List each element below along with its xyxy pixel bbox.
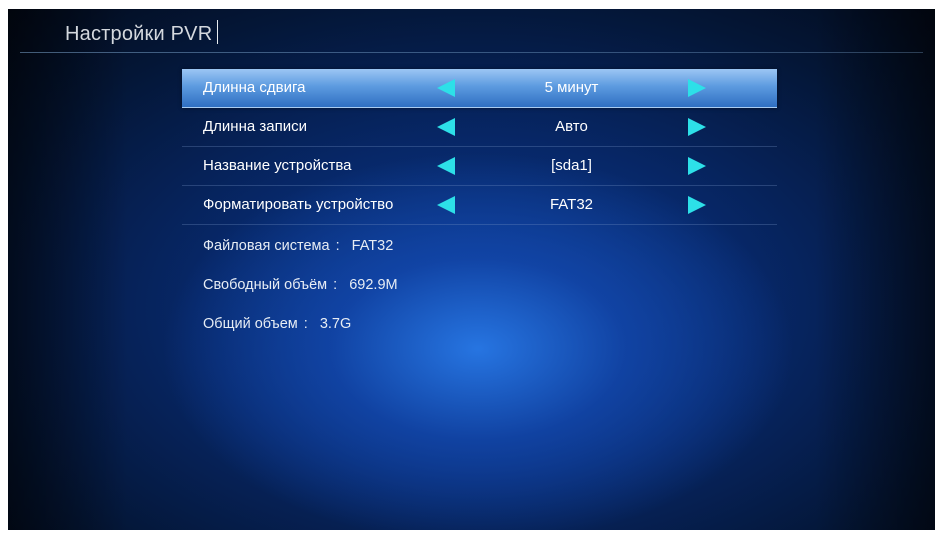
- arrow-left-icon[interactable]: [437, 118, 455, 136]
- text-cursor: [217, 20, 219, 44]
- info-separator: :: [303, 316, 308, 332]
- info-separator: :: [333, 277, 338, 293]
- arrow-right-icon[interactable]: [688, 79, 706, 97]
- background-vignette-right: [815, 9, 935, 530]
- info-separator: :: [335, 238, 340, 254]
- setting-row-device-name[interactable]: Название устройства [sda1]: [182, 147, 777, 186]
- setting-value: Авто: [555, 118, 588, 135]
- page-title-text: Настройки PVR: [65, 23, 213, 45]
- arrow-right-icon[interactable]: [688, 196, 706, 214]
- arrow-left-icon[interactable]: [437, 79, 455, 97]
- background-vignette-left: [8, 9, 128, 530]
- info-value: FAT32: [351, 238, 394, 254]
- info-total-space: Общий объем : 3.7G: [203, 316, 351, 332]
- setting-value: 5 минут: [544, 79, 599, 96]
- setting-row-timeshift-length[interactable]: Длинна сдвига 5 минут: [182, 69, 777, 108]
- settings-menu: Длинна сдвига 5 минут Длинна записи Авто…: [182, 69, 777, 225]
- info-value: 692.9M: [349, 277, 398, 293]
- page-title: Настройки PVR: [65, 20, 219, 46]
- info-label: Свободный объём: [203, 277, 328, 293]
- arrow-right-icon[interactable]: [688, 118, 706, 136]
- setting-row-format-device[interactable]: Форматировать устройство FAT32: [182, 186, 777, 225]
- title-divider: [20, 52, 923, 53]
- arrow-right-icon[interactable]: [688, 157, 706, 175]
- setting-label: Форматировать устройство: [203, 196, 394, 213]
- setting-row-record-length[interactable]: Длинна записи Авто: [182, 108, 777, 147]
- setting-value: FAT32: [549, 196, 594, 213]
- arrow-left-icon[interactable]: [437, 196, 455, 214]
- setting-label: Длинна сдвига: [203, 79, 306, 96]
- info-value: 3.7G: [319, 316, 352, 332]
- setting-value: [sda1]: [551, 157, 592, 174]
- pvr-settings-screen: Настройки PVR Длинна сдвига 5 минут Длин…: [8, 9, 935, 530]
- info-free-space: Свободный объём : 692.9M: [203, 277, 398, 293]
- info-label: Общий объем: [203, 316, 298, 332]
- info-label: Файловая система: [203, 238, 330, 254]
- setting-label: Название устройства: [203, 157, 352, 174]
- setting-label: Длинна записи: [203, 118, 307, 135]
- info-filesystem: Файловая система : FAT32: [203, 238, 393, 254]
- arrow-left-icon[interactable]: [437, 157, 455, 175]
